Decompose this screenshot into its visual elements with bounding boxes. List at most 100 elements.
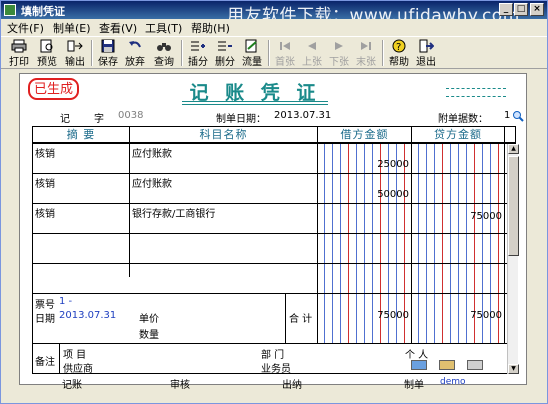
menu-help[interactable]: 帮助(H) (191, 20, 230, 36)
help-label: 帮助 (389, 57, 409, 68)
export-button[interactable]: 输出 (62, 39, 88, 68)
row2-debit[interactable]: 50000 (349, 189, 409, 200)
row3-summary[interactable]: 核销 (35, 205, 55, 220)
next-button[interactable]: 下张 (326, 39, 352, 68)
print-button[interactable]: 打印 (6, 39, 32, 68)
save-label: 保存 (98, 57, 118, 68)
customer-value[interactable]: 供应商 (63, 360, 93, 375)
edit-icon[interactable] (467, 360, 483, 370)
row2-account[interactable]: 应付账款 (132, 175, 172, 190)
discard-button[interactable]: 放弃 (122, 39, 148, 68)
maximize-icon[interactable]: □ (514, 3, 528, 16)
row-divider (33, 293, 515, 294)
decor-dash (446, 88, 506, 89)
photo-icon[interactable] (439, 360, 455, 370)
toolbar-separator (181, 40, 183, 66)
grid-scrollbar[interactable]: ▲ ▼ (507, 144, 519, 374)
department-label: 部 门 (261, 350, 285, 361)
cashflow-icon (245, 39, 257, 53)
voucher-type-label: 记 (60, 114, 70, 125)
row2-summary[interactable]: 核销 (35, 175, 55, 190)
delete-row-label: 删分 (215, 57, 235, 68)
col-divider (504, 127, 505, 343)
preview-button[interactable]: 预览 (34, 39, 60, 68)
first-icon (280, 42, 290, 50)
row3-credit[interactable]: 75000 (442, 211, 502, 222)
account-header: 科目名称 (199, 128, 248, 141)
summary-header: 摘 要 (66, 128, 96, 141)
first-button[interactable]: 首张 (272, 39, 298, 68)
cashier-label: 出纳 (282, 380, 302, 391)
menu-edit[interactable]: 制单(E) (53, 20, 91, 36)
next-label: 下张 (329, 57, 349, 68)
menu-bar: 文件(F) 制单(E) 查看(V) 工具(T) 帮助(H) (1, 19, 547, 35)
attachment-search-icon[interactable] (512, 110, 524, 122)
prev-label: 上张 (302, 57, 322, 68)
menu-tools[interactable]: 工具(T) (145, 20, 182, 36)
voucher-number[interactable]: 0038 (118, 110, 143, 121)
prev-button[interactable]: 上张 (299, 39, 325, 68)
first-label: 首张 (275, 57, 295, 68)
delete-row-button[interactable]: 删分 (212, 39, 238, 68)
close-icon[interactable]: × (530, 3, 544, 16)
project-label: 项 目 (63, 350, 87, 361)
exit-label: 退出 (416, 57, 436, 68)
card-icon[interactable] (411, 360, 427, 370)
remark-divider (59, 343, 60, 373)
row3-account[interactable]: 银行存款/工商银行 (132, 205, 215, 220)
help-button[interactable]: ? 帮助 (386, 39, 412, 68)
total-divider (285, 293, 286, 343)
row-divider (33, 343, 515, 344)
next-icon (335, 42, 343, 50)
toolbar: 打印 预览 输出 保存 放弃 查询 插分 删分 流量 首张 上张 下张 末张 ?… (1, 36, 547, 69)
bill-date-label: 日期 (35, 314, 55, 325)
query-label: 查询 (154, 57, 174, 68)
total-label: 合 计 (289, 314, 313, 325)
menu-file[interactable]: 文件(F) (7, 20, 44, 36)
scroll-up-icon[interactable]: ▲ (508, 144, 519, 154)
cashflow-button[interactable]: 流量 (239, 39, 265, 68)
exit-icon (419, 39, 434, 53)
decor-dash (446, 96, 506, 97)
minimize-icon[interactable]: _ (499, 3, 513, 16)
voucher-form: 已生成 记 账 凭 证 记 字 0038 制单日期： 2013.07.31 附单… (19, 73, 527, 391)
quantity-label: 数量 (139, 330, 159, 341)
voucher-zi-label: 字 (94, 114, 104, 125)
total-credit: 75000 (470, 310, 502, 321)
maker-label: 制单 (404, 380, 424, 391)
scroll-down-icon[interactable]: ▼ (508, 364, 519, 374)
preview-icon (40, 39, 53, 53)
voucher-date[interactable]: 2013.07.31 (274, 110, 331, 121)
col-divider (129, 127, 130, 277)
row1-summary[interactable]: 核销 (35, 145, 55, 160)
window-title: 填制凭证 (21, 5, 65, 18)
status-stamp: 已生成 (28, 78, 80, 100)
debit-header: 借方金额 (340, 128, 389, 141)
toolbar-separator (382, 40, 384, 66)
row1-account[interactable]: 应付账款 (132, 145, 172, 160)
date-label: 制单日期： (216, 114, 266, 125)
query-button[interactable]: 查询 (151, 39, 177, 68)
save-button[interactable]: 保存 (95, 39, 121, 68)
attachments-label: 附单据数： (438, 114, 488, 125)
last-button[interactable]: 末张 (353, 39, 379, 68)
toolbar-separator (268, 40, 270, 66)
cashflow-label: 流量 (242, 57, 262, 68)
row-divider (33, 203, 515, 204)
insert-row-icon (191, 41, 205, 51)
bill-no[interactable]: 1 - (59, 296, 72, 307)
delete-row-icon (218, 41, 232, 51)
scroll-thumb[interactable] (508, 156, 519, 256)
row-divider (33, 143, 515, 144)
insert-row-button[interactable]: 插分 (185, 39, 211, 68)
exit-button[interactable]: 退出 (413, 39, 439, 68)
print-label: 打印 (9, 57, 29, 68)
bill-date[interactable]: 2013.07.31 (59, 310, 116, 321)
printer-icon (11, 39, 27, 53)
attachments-count[interactable]: 1 (504, 110, 510, 121)
menu-view[interactable]: 查看(V) (99, 20, 137, 36)
app-icon (4, 4, 16, 16)
export-icon (67, 40, 83, 52)
row1-debit[interactable]: 25000 (349, 159, 409, 170)
prev-icon (308, 42, 316, 50)
